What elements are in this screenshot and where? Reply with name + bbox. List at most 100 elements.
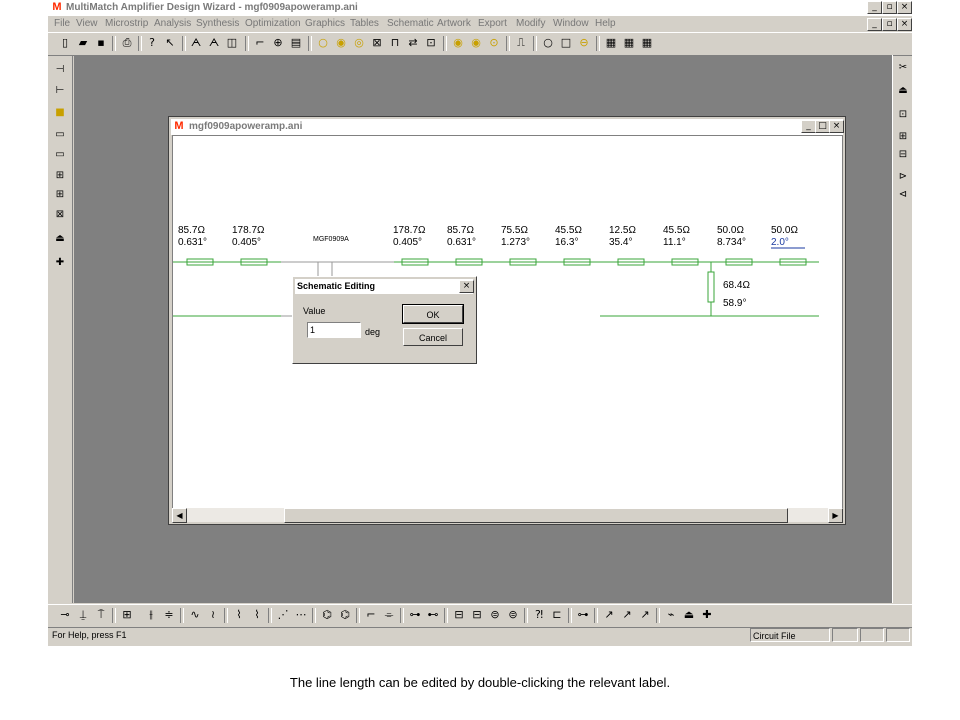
line-1-impedance[interactable]: 85.7Ω: [178, 225, 205, 237]
value-input[interactable]: [307, 322, 361, 338]
device-b-icon[interactable]: ⊞: [52, 187, 68, 203]
schematic-maximize-button[interactable]: □: [815, 120, 830, 133]
capacitor-series-icon[interactable]: ⫲: [144, 608, 158, 622]
line-5-impedance[interactable]: 75.5Ω: [501, 225, 528, 237]
tile-b-icon[interactable]: ▦: [622, 36, 636, 50]
menu-window[interactable]: Window: [553, 18, 589, 29]
element-a-icon[interactable]: ⍑: [94, 608, 108, 622]
scroll-thumb[interactable]: [284, 508, 788, 523]
ok-button[interactable]: OK: [402, 304, 464, 324]
menu-schematic[interactable]: Schematic: [387, 18, 434, 29]
cir-in-icon[interactable]: ▭: [52, 127, 68, 143]
line-6-impedance[interactable]: 45.5Ω: [555, 225, 582, 237]
box-minus-icon[interactable]: ⊟: [895, 147, 911, 163]
line-5-length[interactable]: 1.273°: [501, 237, 530, 249]
menu-file[interactable]: File: [54, 18, 70, 29]
schematic-canvas[interactable]: 85.7Ω 0.631° 178.7Ω 0.405° MGF0909A S 17…: [172, 135, 843, 509]
context-help-icon[interactable]: ↖: [163, 36, 177, 50]
circle-smith-icon[interactable]: ◉: [469, 36, 483, 50]
minimize-button[interactable]: _: [867, 1, 882, 14]
line-9-impedance[interactable]: 50.0Ω: [717, 225, 744, 237]
restore-button[interactable]: ▫: [882, 1, 897, 14]
arrow-cross-icon[interactable]: ↗: [638, 608, 652, 622]
element-b-icon[interactable]: ⊞: [120, 608, 134, 622]
menu-view[interactable]: View: [76, 18, 98, 29]
close-button[interactable]: ×: [897, 1, 912, 14]
element-f-icon[interactable]: ⋯: [294, 608, 308, 622]
horizontal-scrollbar[interactable]: ◀ ▶: [172, 508, 843, 523]
element-k-icon[interactable]: ⊶: [408, 608, 422, 622]
inductor-shunt-icon[interactable]: ≀: [206, 608, 220, 622]
line-4-length[interactable]: 0.631°: [447, 237, 476, 249]
element-g-icon[interactable]: ⌬: [320, 608, 334, 622]
dialog-close-button[interactable]: ×: [459, 280, 474, 293]
line-6-length[interactable]: 16.3°: [555, 237, 578, 249]
scroll-right-icon[interactable]: ▶: [828, 508, 843, 523]
line-8-length[interactable]: 11.1°: [663, 237, 686, 249]
element-q-icon[interactable]: ⁈: [532, 608, 546, 622]
menu-microstrip[interactable]: Microstrip: [105, 18, 148, 29]
menu-modify[interactable]: Modify: [516, 18, 545, 29]
element-c-icon[interactable]: ⌇: [232, 608, 246, 622]
mdi-restore-button[interactable]: ▫: [882, 18, 897, 31]
resistor-shunt-icon[interactable]: ⍊: [76, 608, 90, 622]
menu-analysis[interactable]: Analysis: [154, 18, 191, 29]
s-param-icon[interactable]: ⊠: [52, 207, 68, 223]
line-1-length[interactable]: 0.631°: [178, 237, 207, 249]
box-dot-icon[interactable]: ⊡: [895, 107, 911, 123]
cancel-button[interactable]: Cancel: [403, 328, 463, 346]
device-a-icon[interactable]: ⊞: [52, 168, 68, 184]
inductor-series-icon[interactable]: ∿: [188, 608, 202, 622]
tool-e-icon[interactable]: ⊕: [271, 36, 285, 50]
menu-synthesis[interactable]: Synthesis: [196, 18, 239, 29]
help-icon[interactable]: ?: [145, 36, 159, 50]
line-4-impedance[interactable]: 85.7Ω: [447, 225, 474, 237]
open-folder-icon[interactable]: ▰: [76, 36, 90, 50]
pulse-icon[interactable]: ⎍: [514, 36, 528, 50]
stub-length[interactable]: 58.9°: [723, 298, 746, 310]
arrow-diag-icon[interactable]: ↗: [620, 608, 634, 622]
menu-tables[interactable]: Tables: [350, 18, 379, 29]
menu-export[interactable]: Export: [478, 18, 507, 29]
ground-icon[interactable]: ⏏: [895, 83, 911, 99]
tile-c-icon[interactable]: ▦: [640, 36, 654, 50]
yellow-square-icon[interactable]: ■: [52, 105, 68, 121]
line-9-length[interactable]: 8.734°: [717, 237, 746, 249]
element-n-icon[interactable]: ⊟: [470, 608, 484, 622]
port-out-icon[interactable]: ⊳: [895, 169, 911, 185]
resistor-series-icon[interactable]: ⊸: [58, 608, 72, 622]
tool-h-icon[interactable]: ⊡: [424, 36, 438, 50]
square-outline-icon[interactable]: □: [559, 36, 573, 50]
line-2-impedance[interactable]: 178.7Ω: [232, 225, 265, 237]
cut-icon[interactable]: ✂: [895, 60, 911, 76]
menu-graphics[interactable]: Graphics: [305, 18, 345, 29]
arrow-up-right-icon[interactable]: ↗: [602, 608, 616, 622]
element-o-icon[interactable]: ⊜: [488, 608, 502, 622]
element-e-icon[interactable]: ⋰: [276, 608, 290, 622]
shunt-stub[interactable]: [707, 271, 715, 303]
cir-out-icon[interactable]: ▭: [52, 147, 68, 163]
save-icon[interactable]: ▪: [94, 36, 108, 50]
schematic-minimize-button[interactable]: _: [801, 120, 816, 133]
tool-d-icon[interactable]: ⌐: [253, 36, 267, 50]
element-j-icon[interactable]: ⌯: [382, 608, 396, 622]
line-7-impedance[interactable]: 12.5Ω: [609, 225, 636, 237]
capacitor-shunt-icon[interactable]: ≑: [162, 608, 176, 622]
menu-help[interactable]: Help: [595, 18, 616, 29]
ground-plane-icon[interactable]: ⏏: [682, 608, 696, 622]
element-i-icon[interactable]: ⌐: [364, 608, 378, 622]
stub-impedance[interactable]: 68.4Ω: [723, 280, 750, 292]
circle-minus-icon[interactable]: ⊖: [577, 36, 591, 50]
line-3-length[interactable]: 0.405°: [393, 237, 422, 249]
print-icon[interactable]: ⎙: [120, 36, 134, 50]
mdi-close-button[interactable]: ×: [897, 18, 912, 31]
port-in-icon[interactable]: ⊲: [895, 187, 911, 203]
circle-tool-icon[interactable]: ○: [316, 36, 330, 50]
line-2-length[interactable]: 0.405°: [232, 237, 261, 249]
element-m-icon[interactable]: ⊟: [452, 608, 466, 622]
mdi-minimize-button[interactable]: _: [867, 18, 882, 31]
schematic-close-button[interactable]: ×: [829, 120, 844, 133]
tile-a-icon[interactable]: ▦: [604, 36, 618, 50]
swap-icon[interactable]: ⇄: [406, 36, 420, 50]
element-d-icon[interactable]: ⌇: [250, 608, 264, 622]
